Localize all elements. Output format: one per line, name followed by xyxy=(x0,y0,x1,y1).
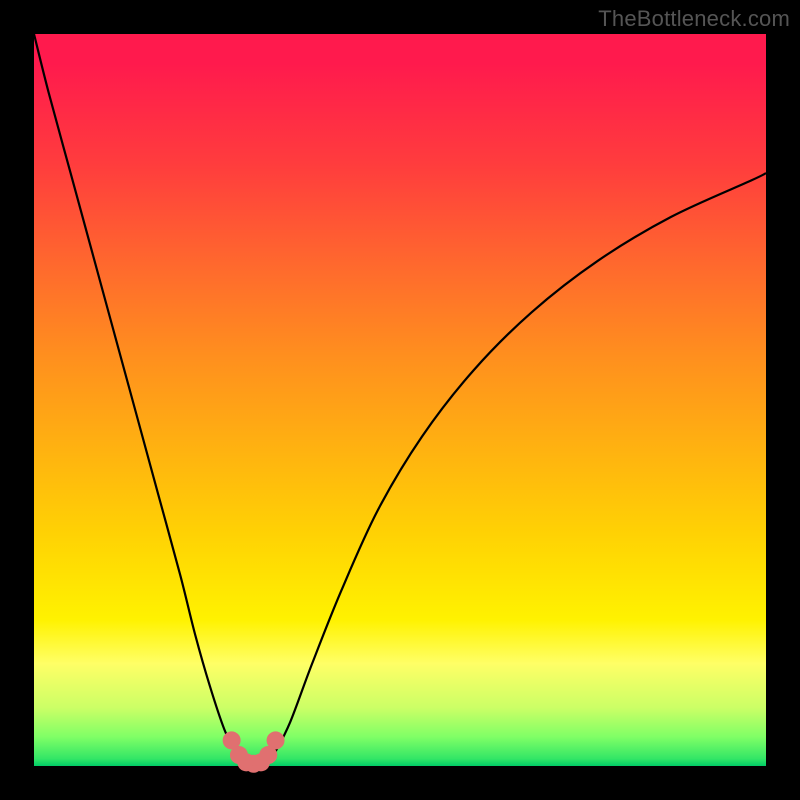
chart-frame: TheBottleneck.com xyxy=(0,0,800,800)
marker-dot xyxy=(267,731,285,749)
chart-svg xyxy=(34,34,766,766)
plot-area xyxy=(34,34,766,766)
watermark-text: TheBottleneck.com xyxy=(598,6,790,32)
bottleneck-curve xyxy=(34,34,766,766)
highlight-markers xyxy=(223,731,285,772)
